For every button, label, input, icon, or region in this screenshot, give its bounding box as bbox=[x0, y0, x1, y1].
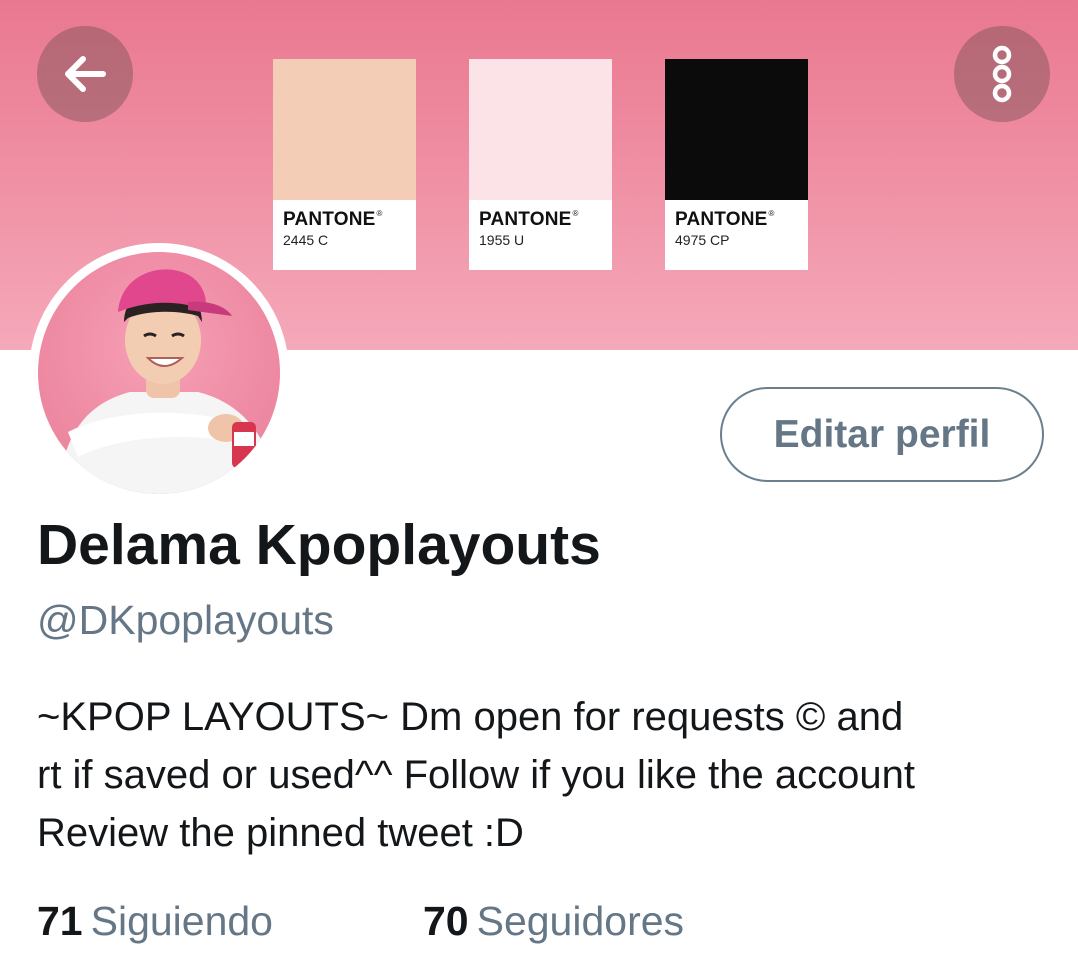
swatch-color-chip bbox=[665, 59, 808, 200]
followers-count: 70 bbox=[423, 898, 469, 944]
following-label: Siguiendo bbox=[90, 898, 273, 944]
user-handle: @DKpoplayouts bbox=[37, 597, 334, 643]
swatch-code: 1955 U bbox=[479, 232, 525, 248]
display-name: Delama Kpoplayouts bbox=[37, 513, 601, 577]
bio-line: Review the pinned tweet :D bbox=[37, 811, 524, 855]
swatch-code: 2445 C bbox=[283, 232, 329, 248]
pantone-swatch: PANTONE® 1955 U bbox=[469, 59, 612, 270]
swatch-brand: PANTONE® bbox=[479, 209, 579, 230]
avatar-illustration bbox=[58, 269, 278, 494]
bio-line: rt if saved or used^^ Follow if you like… bbox=[37, 753, 915, 797]
back-button[interactable] bbox=[37, 26, 133, 122]
swatch-color-chip bbox=[469, 59, 612, 200]
bio-line: ~KPOP LAYOUTS~ Dm open for requests © an… bbox=[37, 695, 904, 739]
pantone-swatch: PANTONE® 2445 C bbox=[273, 59, 416, 270]
swatch-code: 4975 CP bbox=[675, 232, 730, 248]
edit-profile-button[interactable]: Editar perfil bbox=[720, 387, 1044, 482]
profile-bio: ~KPOP LAYOUTS~ Dm open for requests © an… bbox=[37, 688, 1047, 862]
following-stat-link[interactable]: 71 Siguiendo bbox=[37, 898, 273, 945]
followers-stat-link[interactable]: 70 Seguidores bbox=[423, 898, 684, 945]
followers-label: Seguidores bbox=[476, 898, 685, 944]
pantone-swatch: PANTONE® 4975 CP bbox=[665, 59, 808, 270]
avatar[interactable] bbox=[29, 243, 289, 503]
avatar-image bbox=[38, 252, 280, 494]
more-vertical-icon bbox=[992, 45, 1012, 103]
more-options-button[interactable] bbox=[954, 26, 1050, 122]
following-count: 71 bbox=[37, 898, 83, 944]
swatch-brand: PANTONE® bbox=[283, 209, 383, 230]
swatch-color-chip bbox=[273, 59, 416, 200]
swatch-brand: PANTONE® bbox=[675, 209, 775, 230]
arrow-left-icon bbox=[65, 56, 106, 92]
